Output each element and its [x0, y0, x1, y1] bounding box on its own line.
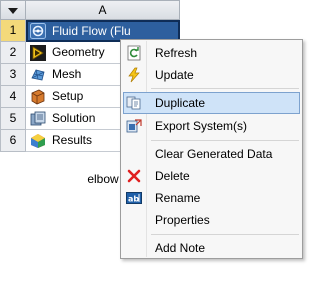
menu-item-label: Refresh: [155, 46, 198, 60]
row-number: 4: [0, 86, 26, 108]
menu-item-label: Update: [155, 68, 194, 82]
menu-item-label: Properties: [155, 213, 210, 227]
menu-item-delete[interactable]: Delete: [123, 165, 300, 187]
mesh-icon: [30, 67, 46, 83]
menu-item-update[interactable]: Update: [123, 64, 300, 86]
row-number: 2: [0, 42, 26, 64]
fluid-flow-icon: [30, 23, 46, 39]
menu-separator: [151, 88, 299, 89]
system-menu-corner[interactable]: [0, 0, 26, 20]
menu-item-rename[interactable]: ab Rename: [123, 187, 300, 209]
menu-item-export-systems[interactable]: Export System(s): [123, 115, 300, 137]
cell-label: Geometry: [52, 45, 105, 59]
column-header: A: [26, 0, 180, 20]
cell-label: Fluid Flow (Flu: [52, 24, 131, 38]
row-number: 3: [0, 64, 26, 86]
results-icon: [30, 133, 46, 149]
menu-item-clear-generated-data[interactable]: Clear Generated Data: [123, 143, 300, 165]
rename-icon: ab: [126, 190, 142, 206]
delete-x-icon: [126, 168, 142, 184]
menu-item-refresh[interactable]: Refresh: [123, 42, 300, 64]
row-number: 5: [0, 108, 26, 130]
row-number: 6: [0, 130, 26, 152]
menu-item-duplicate[interactable]: Duplicate: [123, 92, 300, 114]
menu-item-label: Delete: [155, 169, 190, 183]
menu-separator: [151, 234, 299, 235]
cell-label: Setup: [52, 89, 84, 103]
duplicate-icon: [126, 95, 142, 111]
setup-icon: [30, 89, 46, 105]
row-number: 1: [0, 20, 26, 42]
cell-label: Results: [52, 133, 93, 147]
menu-item-label: Duplicate: [155, 96, 206, 110]
geometry-icon: [30, 45, 46, 61]
dropdown-arrow-icon[interactable]: [8, 8, 18, 14]
menu-item-properties[interactable]: Properties: [123, 209, 300, 231]
solution-icon: [30, 111, 46, 127]
menu-item-label: Add Note: [155, 241, 206, 255]
cell-label: Mesh: [52, 67, 82, 81]
export-system-icon: [126, 118, 142, 134]
context-menu: Refresh Update Duplicate Export System(s…: [120, 39, 303, 259]
svg-text:ab: ab: [128, 195, 139, 204]
menu-item-label: Rename: [155, 191, 201, 205]
refresh-icon: [126, 45, 142, 61]
update-lightning-icon: [126, 67, 142, 83]
menu-separator: [151, 140, 299, 141]
menu-item-label: Clear Generated Data: [155, 147, 273, 161]
cell-label: Solution: [52, 111, 96, 125]
menu-item-add-note[interactable]: Add Note: [123, 237, 300, 259]
menu-item-label: Export System(s): [155, 119, 248, 133]
